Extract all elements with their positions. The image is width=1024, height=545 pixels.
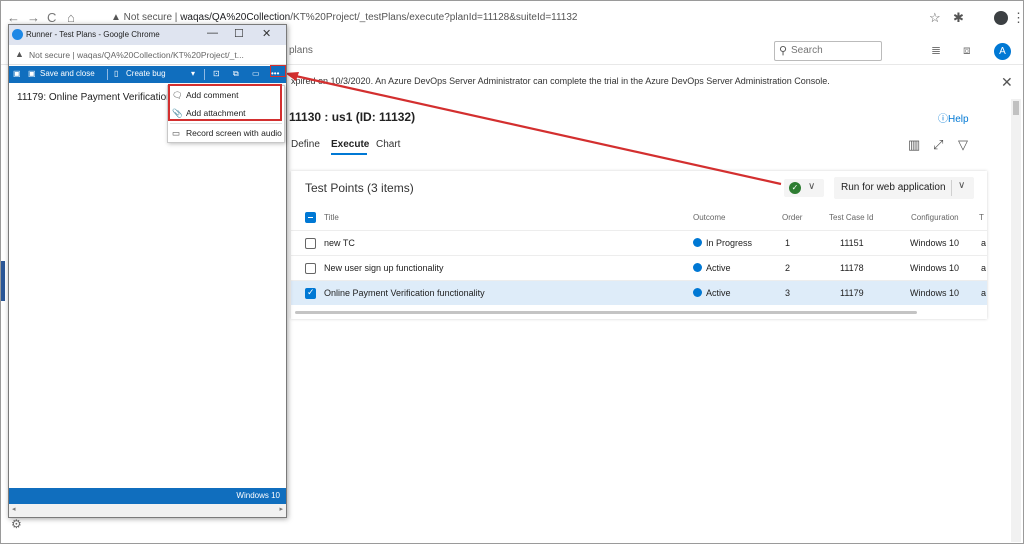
warning-icon: ▲ [15, 49, 24, 59]
record-screen-icon[interactable]: ▭ [252, 69, 260, 78]
configuration-label: Windows 10 [236, 491, 280, 500]
scroll-right-icon[interactable]: ▸ [279, 505, 283, 513]
arrow-head [285, 72, 299, 81]
save-icon[interactable]: ▣ [13, 69, 21, 78]
menu-divider [170, 123, 282, 124]
save-close-icon: ▣ [28, 69, 36, 78]
arrow-line [290, 73, 782, 186]
runner-toolbar: ▣ ▣ Save and close ▯ Create bug ▾ ⊡ ⧉ ▭ … [9, 66, 286, 83]
create-bug-button[interactable]: Create bug [126, 69, 166, 78]
bug-icon: ▯ [114, 69, 119, 78]
popup-status-bar: Windows 10 [9, 488, 286, 504]
minimize-icon[interactable]: — [207, 27, 218, 39]
more-options-highlight [270, 65, 286, 77]
popup-address-bar[interactable]: ▲ Not secure | waqas/QA%20Collection/KT%… [9, 45, 286, 65]
save-and-close-button[interactable]: Save and close [40, 69, 95, 78]
settings-icon[interactable]: ⚙ [11, 517, 22, 531]
popup-title: Runner - Test Plans - Google Chrome [26, 30, 160, 39]
menu-items-highlight [168, 84, 282, 121]
popup-title-bar[interactable]: Runner - Test Plans - Google Chrome — ☐ … [9, 25, 286, 45]
test-case-item[interactable]: 11179: Online Payment Verification funct… [17, 92, 167, 103]
menu-item-record-screen[interactable]: ▭ Record screen with audio [172, 128, 282, 139]
record-icon: ▭ [172, 128, 181, 138]
screenshot-icon[interactable]: ⊡ [213, 69, 220, 78]
scroll-left-icon[interactable]: ◂ [12, 505, 16, 513]
menu-item-label: Record screen with audio [186, 128, 282, 138]
create-bug-dropdown-icon[interactable]: ▾ [191, 69, 195, 78]
toolbar-divider [204, 69, 205, 80]
toolbar-divider [107, 69, 108, 80]
popup-horizontal-scrollbar[interactable]: ◂ ▸ [9, 504, 286, 517]
popup-url: Not secure | waqas/QA%20Collection/KT%20… [29, 50, 244, 60]
capture-actions-icon[interactable]: ⧉ [233, 69, 239, 79]
chrome-icon [12, 29, 23, 40]
maximize-icon[interactable]: ☐ [234, 27, 244, 40]
screenshot-frame: ← → C ⌂ ▲ Not secure | waqas/QA%20Collec… [0, 0, 1024, 544]
close-icon[interactable]: ✕ [262, 27, 271, 40]
